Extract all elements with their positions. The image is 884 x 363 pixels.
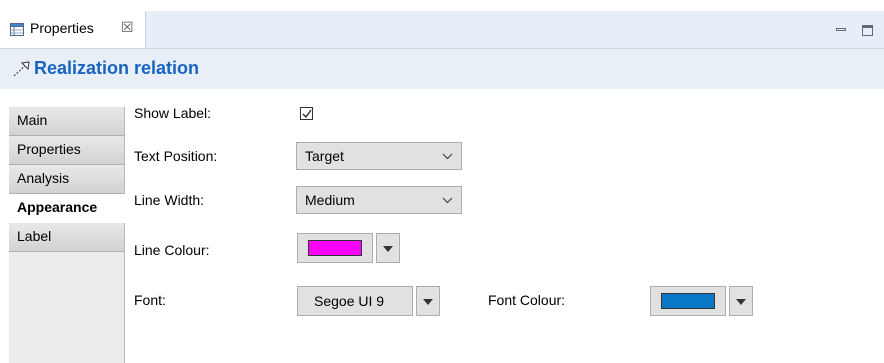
- font-colour-dropdown[interactable]: [729, 286, 753, 316]
- realization-relation-icon: [13, 61, 31, 80]
- top-strip: [0, 0, 884, 11]
- maximize-icon[interactable]: [862, 25, 873, 36]
- show-label-checkbox[interactable]: [300, 107, 313, 120]
- font-label: Font:: [134, 292, 166, 308]
- view-tab-bar: Properties ☒: [0, 11, 884, 49]
- properties-view-tab[interactable]: Properties ☒: [0, 11, 146, 48]
- line-colour-swatch: [308, 240, 362, 256]
- line-colour-dropdown[interactable]: [376, 233, 400, 263]
- line-width-select[interactable]: Medium: [296, 186, 462, 214]
- font-dropdown[interactable]: [416, 286, 440, 316]
- line-colour-label: Line Colour:: [134, 242, 210, 258]
- properties-title-bar: Realization relation: [0, 49, 884, 89]
- chevron-down-icon: [442, 153, 453, 160]
- line-colour-button[interactable]: [297, 233, 373, 263]
- text-position-label: Text Position:: [134, 148, 218, 164]
- sidebar-item-label[interactable]: Label: [9, 223, 124, 252]
- font-colour-swatch: [661, 293, 715, 309]
- show-label-label: Show Label:: [134, 105, 212, 121]
- view-tab-label: Properties: [30, 20, 94, 36]
- line-width-value: Medium: [305, 192, 355, 208]
- sidebar-item-properties[interactable]: Properties: [9, 136, 124, 165]
- properties-view-icon: [10, 23, 24, 39]
- sidebar-item-appearance[interactable]: Appearance: [9, 194, 125, 223]
- page-title: Realization relation: [34, 58, 200, 78]
- minimize-icon[interactable]: [836, 28, 846, 31]
- properties-sidebar: Main Properties Analysis Appearance Labe…: [9, 107, 125, 363]
- line-width-label: Line Width:: [134, 192, 205, 208]
- chevron-down-icon: [442, 197, 453, 204]
- dropdown-arrow-icon: [383, 246, 393, 252]
- font-colour-button[interactable]: [650, 286, 726, 316]
- sidebar-item-main[interactable]: Main: [9, 107, 124, 136]
- text-position-value: Target: [305, 148, 344, 164]
- sidebar-item-analysis[interactable]: Analysis: [9, 165, 124, 194]
- dropdown-arrow-icon: [736, 299, 746, 305]
- checkmark-icon: [302, 109, 312, 119]
- close-icon[interactable]: ☒: [121, 19, 134, 36]
- font-value: Segoe UI 9: [314, 293, 385, 309]
- font-colour-label: Font Colour:: [488, 292, 566, 308]
- font-button[interactable]: Segoe UI 9: [297, 286, 413, 316]
- text-position-select[interactable]: Target: [296, 142, 462, 170]
- dropdown-arrow-icon: [423, 299, 433, 305]
